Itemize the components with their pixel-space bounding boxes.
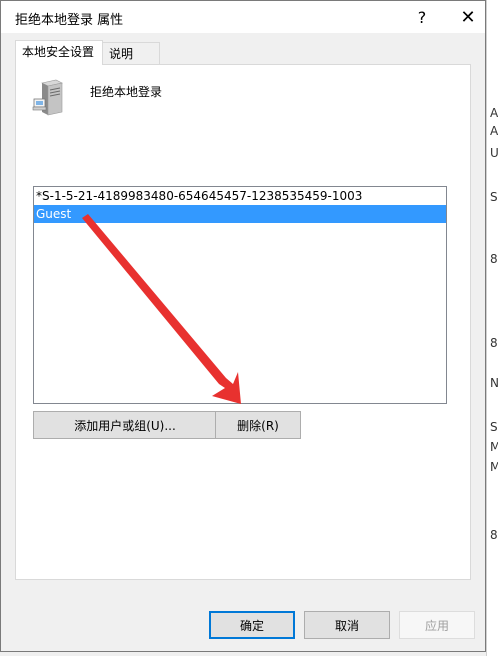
policy-name: 拒绝本地登录 bbox=[90, 85, 163, 99]
background-text: A bbox=[490, 106, 498, 120]
accounts-list[interactable]: *S-1-5-21-4189983480-654645457-123853545… bbox=[33, 186, 447, 404]
background-text: Us bbox=[490, 146, 498, 160]
server-icon bbox=[32, 79, 63, 116]
background-window: A A Us Sa 8 8 NT S M M 8 bbox=[486, 0, 498, 656]
background-text: 8 bbox=[490, 252, 498, 266]
background-text: 8 bbox=[490, 528, 498, 542]
tab-explain[interactable]: 说明 bbox=[102, 42, 160, 64]
ok-button[interactable]: 确定 bbox=[209, 611, 295, 639]
background-text: M bbox=[490, 440, 498, 454]
title-bar[interactable]: 拒绝本地登录 属性 ? ✕ bbox=[1, 1, 485, 33]
close-icon: ✕ bbox=[460, 6, 476, 28]
tab-local-security-setting[interactable]: 本地安全设置 bbox=[15, 40, 103, 65]
background-text: M bbox=[490, 460, 498, 474]
apply-button[interactable]: 应用 bbox=[399, 611, 475, 639]
background-text: A bbox=[490, 124, 498, 138]
close-button[interactable]: ✕ bbox=[445, 1, 491, 33]
list-item-selected[interactable]: Guest bbox=[34, 205, 446, 223]
background-text: S bbox=[490, 420, 498, 434]
help-button[interactable]: ? bbox=[399, 1, 445, 33]
add-user-or-group-button[interactable]: 添加用户或组(U)... bbox=[33, 411, 217, 439]
background-text: NT bbox=[490, 376, 498, 390]
cancel-button[interactable]: 取消 bbox=[304, 611, 390, 639]
background-text: 8 bbox=[490, 336, 498, 350]
tab-label: 本地安全设置 bbox=[22, 45, 95, 59]
help-icon: ? bbox=[417, 7, 427, 27]
properties-dialog: 拒绝本地登录 属性 ? ✕ 说明 本地安全设置 拒绝本地登录 *S-1-5-21… bbox=[0, 0, 486, 652]
background-text: Sa bbox=[490, 190, 498, 204]
list-item[interactable]: *S-1-5-21-4189983480-654645457-123853545… bbox=[34, 187, 446, 205]
tab-panel: 拒绝本地登录 *S-1-5-21-4189983480-654645457-12… bbox=[15, 64, 471, 580]
tab-label: 说明 bbox=[109, 47, 134, 61]
window-title: 拒绝本地登录 属性 bbox=[15, 13, 124, 28]
remove-button[interactable]: 删除(R) bbox=[215, 411, 301, 439]
